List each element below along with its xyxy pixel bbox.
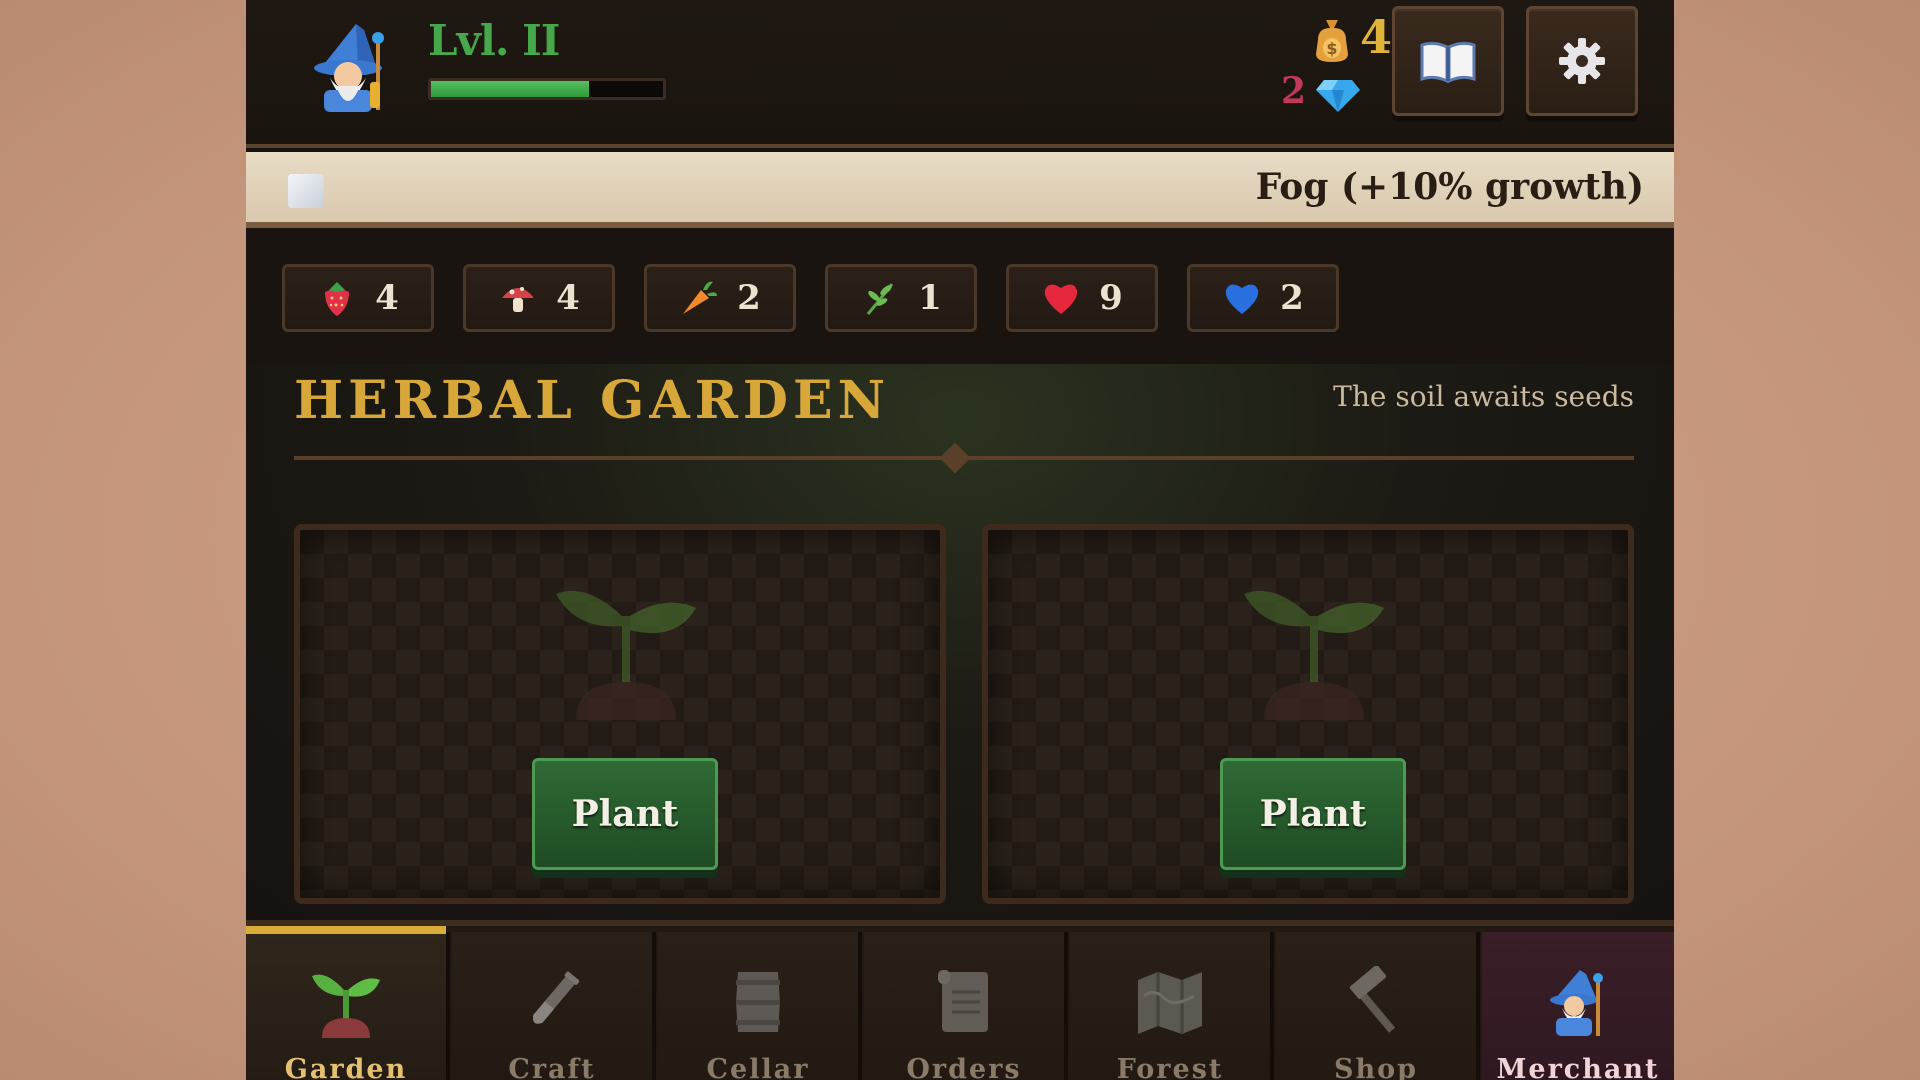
- blue-heart-icon: [1225, 284, 1259, 314]
- gear-icon: [1559, 38, 1605, 84]
- top-bar: Lvl. II 425 $ 2: [246, 0, 1674, 148]
- garden-plot-2[interactable]: Plant: [982, 524, 1634, 904]
- xp-progress-fill: [431, 81, 589, 97]
- player-level: Lvl. II: [428, 16, 560, 65]
- resource-mushroom[interactable]: 4: [463, 264, 615, 332]
- wizard-avatar-icon[interactable]: [306, 20, 396, 115]
- resource-count: 2: [1280, 278, 1304, 318]
- resource-herb[interactable]: 1: [825, 264, 977, 332]
- garden-plot-1[interactable]: Plant: [294, 524, 946, 904]
- resource-count: 2: [737, 278, 761, 318]
- tab-shop[interactable]: Shop: [1276, 932, 1480, 1080]
- tab-label: Garden: [284, 1054, 408, 1080]
- hammer-icon: [1349, 966, 1396, 1033]
- resource-count: 9: [1099, 278, 1123, 318]
- sprout-icon: [556, 590, 696, 720]
- resource-strawberry[interactable]: 4: [282, 264, 434, 332]
- tab-forest[interactable]: Forest: [1070, 932, 1274, 1080]
- gem-count: 2: [1280, 70, 1306, 112]
- wizard-icon: [1550, 970, 1603, 1036]
- tab-label: Merchant: [1496, 1054, 1660, 1080]
- tab-label: Craft: [508, 1054, 596, 1080]
- open-book-icon: [1420, 41, 1476, 83]
- money-bag-icon: $: [1304, 10, 1360, 66]
- test-tube-icon: [533, 971, 580, 1024]
- mushroom-icon: [502, 287, 535, 312]
- garden-subtitle: The soil awaits seeds: [1333, 380, 1634, 413]
- plant-button[interactable]: Plant: [1220, 758, 1406, 870]
- bottom-navigation: Garden Craft Cellar Orders Forest Shop M…: [246, 920, 1674, 1080]
- garden-title: HERBAL GARDEN: [294, 370, 891, 431]
- resource-count: 1: [918, 278, 942, 318]
- gem-icon: [1316, 76, 1360, 112]
- tab-merchant[interactable]: Merchant: [1482, 932, 1674, 1080]
- tab-label: Shop: [1333, 1054, 1419, 1080]
- tab-cellar[interactable]: Cellar: [658, 932, 862, 1080]
- sprout-icon: [1244, 590, 1384, 720]
- carrot-icon: [683, 281, 718, 314]
- xp-progress-bar: [428, 78, 666, 100]
- red-heart-icon: [1044, 284, 1078, 314]
- tab-garden[interactable]: Garden: [246, 926, 450, 1080]
- tab-craft[interactable]: Craft: [452, 932, 656, 1080]
- tab-label: Forest: [1116, 1054, 1224, 1080]
- map-icon: [1138, 972, 1202, 1034]
- tab-label: Orders: [906, 1054, 1022, 1080]
- tab-label: Cellar: [706, 1054, 810, 1080]
- tab-orders[interactable]: Orders: [864, 932, 1068, 1080]
- herb-icon: [867, 283, 894, 315]
- resource-carrot[interactable]: 2: [644, 264, 796, 332]
- game-window: Lvl. II 425 $ 2: [246, 0, 1674, 1080]
- resource-blue-heart[interactable]: 2: [1187, 264, 1339, 332]
- scroll-icon: [938, 970, 988, 1032]
- weather-status: Fog (+10% growth): [1255, 166, 1644, 208]
- recipe-book-button[interactable]: [1392, 6, 1504, 116]
- plant-button[interactable]: Plant: [532, 758, 718, 870]
- resource-count: 4: [556, 278, 580, 318]
- resource-count: 4: [375, 278, 399, 318]
- weather-banner: Fog (+10% growth): [246, 152, 1674, 228]
- barrel-icon: [736, 972, 780, 1032]
- divider-ornament: [939, 442, 971, 474]
- resource-red-heart[interactable]: 9: [1006, 264, 1158, 332]
- svg-text:$: $: [1326, 39, 1337, 58]
- fog-icon: [288, 174, 324, 208]
- herbal-garden-panel: HERBAL GARDEN The soil awaits seeds Plan…: [246, 364, 1674, 920]
- strawberry-icon: [325, 282, 350, 316]
- sprout-icon: [312, 974, 380, 1038]
- settings-button[interactable]: [1526, 6, 1638, 116]
